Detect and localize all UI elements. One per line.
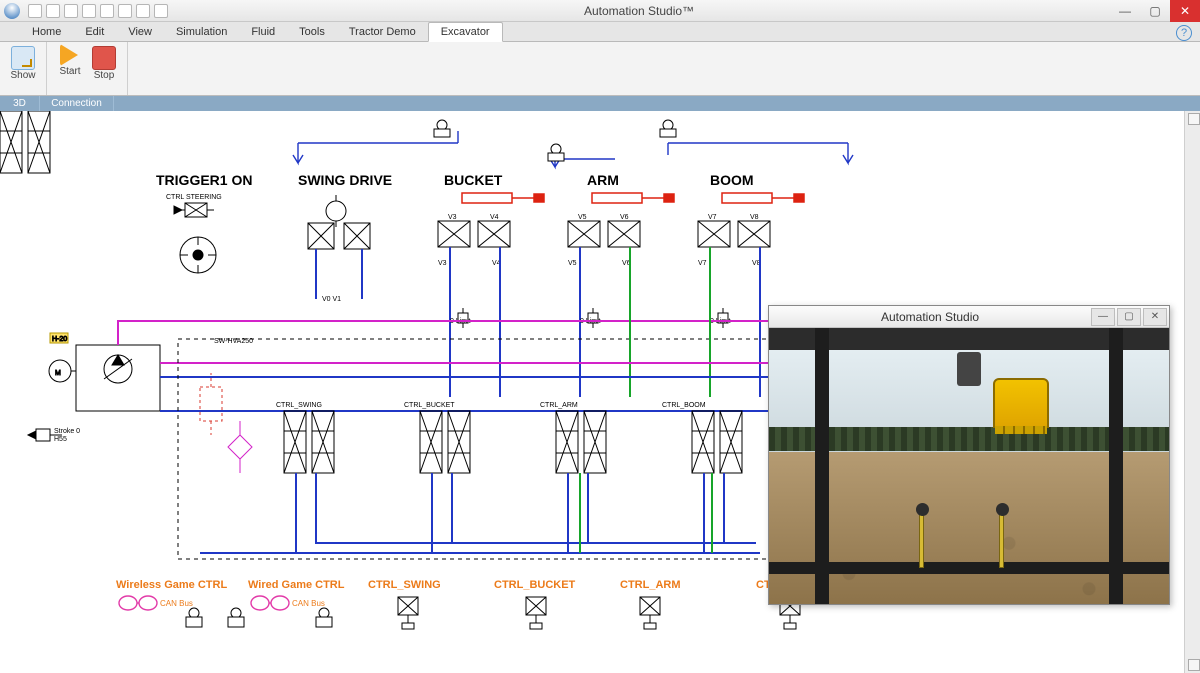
label-wired: Wired Game CTRL xyxy=(248,579,345,591)
svg-text:V7: V7 xyxy=(698,260,707,267)
svg-text:V3: V3 xyxy=(438,260,447,267)
label-wireless: Wireless Game CTRL xyxy=(116,579,227,591)
viewer-min-button[interactable]: — xyxy=(1091,308,1115,326)
qat-open-icon[interactable] xyxy=(46,4,60,18)
svg-text:CAN Bus: CAN Bus xyxy=(292,599,325,608)
label-v0v1: V0 V1 xyxy=(322,296,341,303)
qat-undo-split-icon[interactable] xyxy=(100,4,114,18)
minimize-button[interactable]: — xyxy=(1110,0,1140,22)
label-ctrlswing: CTRL_SWING xyxy=(368,579,441,591)
label-trigger: TRIGGER1 ON xyxy=(156,172,252,188)
viewer-3d-scene[interactable] xyxy=(769,328,1169,604)
svg-text:CTRL_ARM: CTRL_ARM xyxy=(540,402,578,409)
qat-redo-icon[interactable] xyxy=(118,4,132,18)
label-swing: SWING DRIVE xyxy=(298,172,392,188)
excavator-bucket-icon xyxy=(993,378,1049,428)
pulley-icon xyxy=(957,352,981,386)
svg-text:CTRL_SWING: CTRL_SWING xyxy=(276,402,322,409)
tab-view[interactable]: View xyxy=(116,23,164,41)
svg-text:V5: V5 xyxy=(578,214,587,221)
label-boom: BOOM xyxy=(710,172,754,188)
qat-undo-icon[interactable] xyxy=(82,4,96,18)
svg-text:CTRL_BOOM: CTRL_BOOM xyxy=(662,402,706,409)
joystick-right-icon xyxy=(999,512,1004,568)
tab-edit[interactable]: Edit xyxy=(73,23,116,41)
svg-text:H55: H55 xyxy=(54,436,67,443)
ribbon-group-labels: 3D Connection xyxy=(0,96,1200,111)
diagram-workspace[interactable]: TRIGGER1 ON SWING DRIVE BUCKET ARM BOOM … xyxy=(0,111,1200,673)
quick-access-toolbar xyxy=(28,4,168,18)
svg-text:V4: V4 xyxy=(490,214,499,221)
tab-tools[interactable]: Tools xyxy=(287,23,337,41)
label-ctrl-steering: CTRL STEERING xyxy=(166,194,222,201)
svg-text:CTRL_BUCKET: CTRL_BUCKET xyxy=(404,402,455,409)
viewer-close-button[interactable]: ✕ xyxy=(1143,308,1167,326)
stop-button[interactable]: Stop xyxy=(87,44,121,92)
label-ctrlbucket: CTRL_BUCKET xyxy=(494,579,576,591)
show-icon xyxy=(11,46,35,70)
tab-home[interactable]: Home xyxy=(20,23,73,41)
svg-text:M: M xyxy=(55,370,61,377)
tab-simulation[interactable]: Simulation xyxy=(164,23,239,41)
viewer-3d-window[interactable]: Automation Studio — ▢ ✕ xyxy=(768,305,1170,605)
svg-text:SW-HVA250: SW-HVA250 xyxy=(214,338,253,345)
start-button[interactable]: Start xyxy=(53,44,87,92)
qat-new-icon[interactable] xyxy=(28,4,42,18)
tab-fluid[interactable]: Fluid xyxy=(239,23,287,41)
help-icon[interactable]: ? xyxy=(1176,25,1192,41)
group-connection-label: Connection xyxy=(40,96,114,111)
viewer-titlebar[interactable]: Automation Studio — ▢ ✕ xyxy=(769,306,1169,328)
vertical-scrollbar[interactable] xyxy=(1184,111,1200,673)
svg-text:V7: V7 xyxy=(708,214,717,221)
label-ctrlarm: CTRL_ARM xyxy=(620,579,681,591)
ribbon-tabs: Home Edit View Simulation Fluid Tools Tr… xyxy=(0,22,1200,42)
play-icon xyxy=(60,44,89,66)
show-label: Show xyxy=(10,70,35,81)
ribbon-panel: Show Start Stop xyxy=(0,42,1200,96)
group-3d-label: 3D xyxy=(0,96,40,111)
tab-tractor[interactable]: Tractor Demo xyxy=(337,23,428,41)
svg-text:CAN Bus: CAN Bus xyxy=(160,599,193,608)
viewer-title: Automation Studio xyxy=(769,310,1091,324)
show-button[interactable]: Show xyxy=(6,44,40,92)
svg-text:V5: V5 xyxy=(568,260,577,267)
app-logo-icon xyxy=(4,3,20,19)
joystick-left-icon xyxy=(919,512,924,568)
viewer-max-button[interactable]: ▢ xyxy=(1117,308,1141,326)
qat-save-icon[interactable] xyxy=(64,4,78,18)
tab-excavator[interactable]: Excavator xyxy=(428,22,503,42)
svg-text:V3: V3 xyxy=(448,214,457,221)
start-label: Start xyxy=(59,66,80,77)
svg-text:V6: V6 xyxy=(620,214,629,221)
stop-label: Stop xyxy=(94,70,115,81)
maximize-button[interactable]: ▢ xyxy=(1140,0,1170,22)
label-arm: ARM xyxy=(587,172,619,188)
app-title: Automation Studio™ xyxy=(168,4,1110,18)
label-stroke: Stroke 0 xyxy=(54,428,80,435)
label-bucket: BUCKET xyxy=(444,172,503,188)
qat-customize-icon[interactable] xyxy=(154,4,168,18)
stop-icon xyxy=(92,46,116,70)
close-button[interactable]: ✕ xyxy=(1170,0,1200,22)
svg-text:V8: V8 xyxy=(750,214,759,221)
svg-text:H-20: H-20 xyxy=(52,336,67,343)
qat-redo-split-icon[interactable] xyxy=(136,4,150,18)
title-bar: Automation Studio™ — ▢ ✕ xyxy=(0,0,1200,22)
